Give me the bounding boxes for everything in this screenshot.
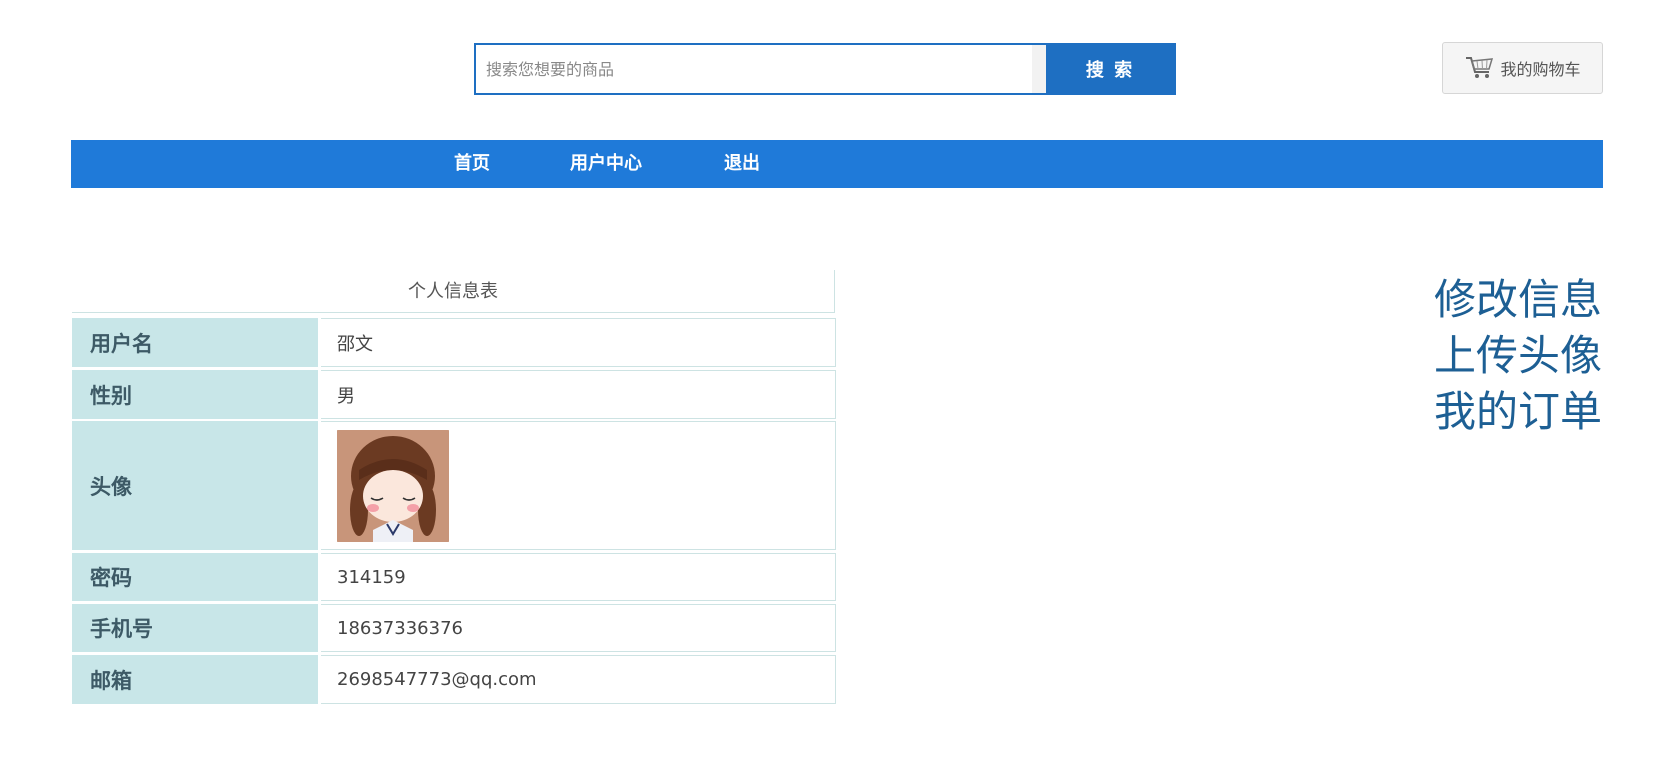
row-label: 邮箱 [72,655,318,704]
search-button[interactable]: 搜 索 [1046,45,1174,93]
row-label: 头像 [72,421,318,550]
table-row-password: 密码 314159 [72,553,836,601]
table-row-username: 用户名 邵文 [72,318,836,367]
table-row-avatar: 头像 [72,421,836,550]
nav-item-user-center[interactable]: 用户中心 [570,140,642,188]
row-value: 2698547773@qq.com [321,655,836,704]
cart-label: 我的购物车 [1500,60,1581,79]
nav-item-home[interactable]: 首页 [454,140,490,188]
search-box: 搜 索 [474,43,1176,95]
table-row-gender: 性别 男 [72,370,836,419]
table-row-email: 邮箱 2698547773@qq.com [72,655,836,704]
row-value: 男 [321,370,836,419]
table-row-phone: 手机号 18637336376 [72,604,836,652]
row-value [321,421,836,550]
side-links: 修改信息 上传头像 我的订单 [1434,272,1602,440]
edit-info-link[interactable]: 修改信息 [1434,272,1602,328]
row-label: 手机号 [72,604,318,652]
avatar [337,429,449,542]
nav-bar: 首页 用户中心 退出 [71,140,1603,188]
my-orders-link[interactable]: 我的订单 [1434,384,1602,440]
row-value: 邵文 [321,318,836,367]
row-value: 18637336376 [321,604,836,652]
nav-item-logout[interactable]: 退出 [724,140,760,188]
row-label: 用户名 [72,318,318,367]
table-caption: 个人信息表 [72,270,835,313]
row-value: 314159 [321,553,836,601]
search-divider [1032,45,1046,93]
cart-button[interactable]: 我的购物车 [1442,42,1603,94]
cart-icon [1464,54,1494,82]
row-label: 性别 [72,370,318,419]
upload-avatar-link[interactable]: 上传头像 [1434,328,1602,384]
search-input[interactable] [476,45,1032,93]
row-label: 密码 [72,553,318,601]
